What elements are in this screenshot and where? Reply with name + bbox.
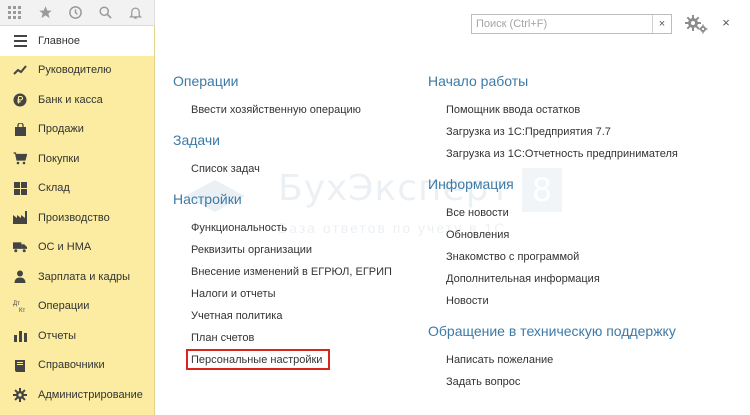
- bag-icon: [13, 122, 27, 136]
- search-input[interactable]: [472, 15, 652, 33]
- sidebar-item[interactable]: Производство: [0, 203, 154, 233]
- sidebar-item[interactable]: Продажи: [0, 115, 154, 145]
- star-icon[interactable]: [30, 0, 60, 26]
- sidebar-item[interactable]: Зарплата и кадры: [0, 262, 154, 292]
- history-icon[interactable]: [60, 0, 90, 26]
- sidebar-item[interactable]: Отчеты: [0, 321, 154, 351]
- sidebar-item-label: Операции: [38, 300, 90, 313]
- person-icon: [13, 270, 27, 284]
- sidebar-item[interactable]: Администрирование: [0, 380, 154, 410]
- section-link[interactable]: Налоги и отчеты: [173, 283, 392, 305]
- section-link[interactable]: Обновления: [428, 224, 678, 246]
- sidebar-item-label: Склад: [38, 182, 70, 195]
- sidebar-item[interactable]: Покупки: [0, 144, 154, 174]
- section-link[interactable]: Реквизиты организации: [173, 239, 392, 261]
- settings-gear-icon[interactable]: [684, 13, 708, 35]
- truck-icon: [13, 240, 27, 254]
- left-column: Операции Ввести хозяйственную операцию Зад…: [173, 73, 392, 382]
- section: Информация Все новости Обновления Знакомств…: [428, 176, 678, 312]
- sidebar-item[interactable]: Склад: [0, 174, 154, 204]
- close-button[interactable]: ×: [718, 15, 734, 31]
- sidebar-item[interactable]: Главное: [0, 26, 154, 56]
- section: Начало работы Помощник ввода остатков Загр…: [428, 73, 678, 165]
- section-link[interactable]: Помощник ввода остатков: [428, 99, 678, 121]
- sidebar-item-label: Зарплата и кадры: [38, 270, 131, 283]
- sidebar-item-label: Главное: [38, 34, 81, 47]
- search-icon[interactable]: [90, 0, 120, 26]
- trend-icon: [13, 63, 27, 77]
- warehouse-icon: [13, 181, 27, 195]
- section-link[interactable]: Дополнительная информация: [428, 268, 678, 290]
- section-link[interactable]: Функциональность: [173, 217, 392, 239]
- sidebar-item[interactable]: Руководителю: [0, 56, 154, 86]
- sidebar-item[interactable]: ОС и НМА: [0, 233, 154, 263]
- clear-search-button[interactable]: ×: [652, 15, 671, 33]
- personal-settings-link[interactable]: Персональные настройки: [173, 349, 392, 371]
- section-link[interactable]: Внесение изменений в ЕГРЮЛ, ЕГРИП: [173, 261, 392, 283]
- sidebar-item-label: Покупки: [38, 152, 80, 165]
- sidebar-item[interactable]: Дт Кт Операции: [0, 292, 154, 322]
- section-link[interactable]: Написать пожелание: [428, 349, 678, 371]
- sidebar-item-label: Отчеты: [38, 329, 77, 342]
- right-column: Начало работы Помощник ввода остатков Загр…: [428, 73, 678, 404]
- search-box: ×: [471, 14, 672, 34]
- sidebar-item-label: Продажи: [38, 123, 84, 136]
- section-link[interactable]: Учетная политика: [173, 305, 392, 327]
- ruble-coin-icon: [13, 93, 27, 107]
- sidebar-item-label: ОС и НМА: [38, 241, 92, 254]
- section: Задачи Список задач: [173, 132, 392, 180]
- bar-chart-icon: [13, 329, 27, 343]
- section-link[interactable]: Все новости: [428, 202, 678, 224]
- sidebar-item-label: Администрирование: [38, 388, 143, 401]
- gear-icon: [13, 387, 27, 402]
- section-title[interactable]: Операции: [173, 73, 392, 89]
- book-icon: [13, 358, 27, 372]
- section-link[interactable]: План счетов: [173, 327, 392, 349]
- top-toolbar: [0, 0, 155, 26]
- section-title[interactable]: Обращение в техническую поддержку: [428, 323, 678, 339]
- section-link[interactable]: Знакомство с программой: [428, 246, 678, 268]
- section-link[interactable]: Ввести хозяйственную операцию: [173, 99, 392, 121]
- dt-kt-icon: Дт Кт: [13, 299, 27, 313]
- section-title[interactable]: Настройки: [173, 191, 392, 207]
- section-link[interactable]: Загрузка из 1С:Отчетность предпринимател…: [428, 143, 678, 165]
- section-title[interactable]: Информация: [428, 176, 678, 192]
- sidebar-item[interactable]: Справочники: [0, 351, 154, 381]
- section: Настройки Функциональность Реквизиты орган…: [173, 191, 392, 371]
- sidebar-item-label: Производство: [38, 211, 110, 224]
- svg-text:Кт: Кт: [19, 308, 25, 313]
- grid-icon[interactable]: [0, 0, 30, 26]
- bell-icon[interactable]: [120, 0, 150, 26]
- menu-lines-icon: [13, 34, 27, 48]
- factory-icon: [13, 211, 27, 225]
- section-title[interactable]: Начало работы: [428, 73, 678, 89]
- section-title[interactable]: Задачи: [173, 132, 392, 148]
- sidebar-item-label: Руководителю: [38, 64, 112, 77]
- section-link[interactable]: Задать вопрос: [428, 371, 678, 393]
- sidebar-item[interactable]: Банк и касса: [0, 85, 154, 115]
- sidebar-item-label: Справочники: [38, 359, 105, 372]
- section-link[interactable]: Загрузка из 1С:Предприятия 7.7: [428, 121, 678, 143]
- cart-icon: [13, 152, 27, 166]
- section-link[interactable]: Новости: [428, 290, 678, 312]
- svg-text:Дт: Дт: [13, 301, 20, 307]
- sidebar-item-label: Банк и касса: [38, 93, 103, 106]
- section-link[interactable]: Список задач: [173, 158, 392, 180]
- sidebar: Главное Руководителю Банк и касса Продажи По…: [0, 26, 155, 415]
- section: Операции Ввести хозяйственную операцию: [173, 73, 392, 121]
- section: Обращение в техническую поддержку Написат…: [428, 323, 678, 393]
